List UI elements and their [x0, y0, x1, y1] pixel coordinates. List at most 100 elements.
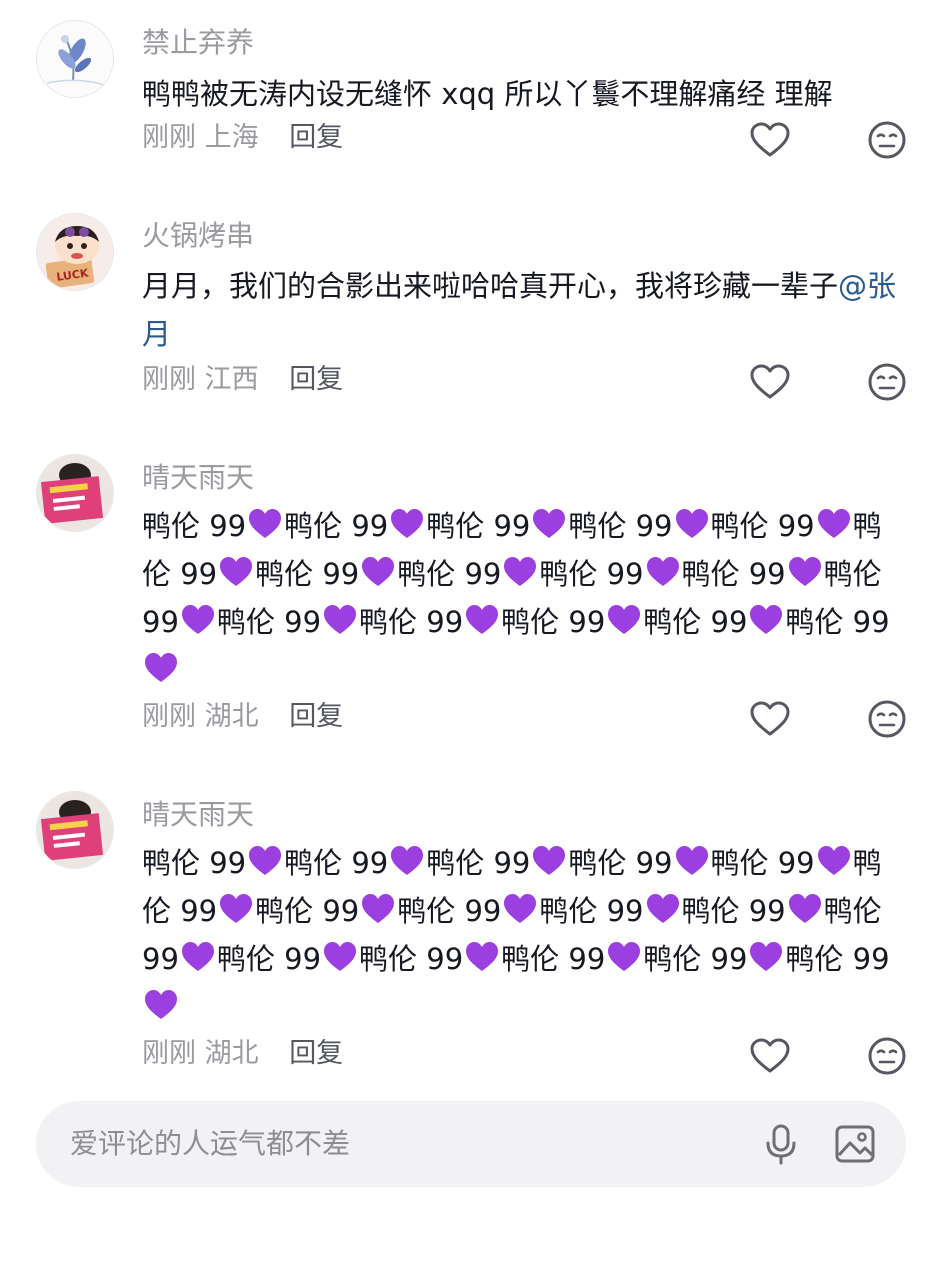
purple-heart-icon [391, 509, 424, 538]
comment-text-segment: 鸭伦 99 [539, 557, 644, 591]
purple-heart-icon [249, 846, 282, 875]
reply-button[interactable]: 回复 [289, 1038, 343, 1069]
username[interactable]: 火锅烤串 [142, 216, 254, 256]
purple-heart-icon [533, 509, 566, 538]
avatar[interactable] [36, 791, 114, 869]
purple-heart-icon [504, 557, 537, 586]
comment-text-segment: 鸭伦 99 [643, 605, 748, 639]
comment-text-segment: 鸭伦 99 [216, 942, 322, 976]
comment-text-segment: 鸭伦 99 [397, 557, 502, 591]
dislike-button[interactable] [865, 118, 909, 162]
reading-book-avatar-icon [37, 455, 113, 531]
comment-time: 刚刚 [142, 1038, 196, 1069]
microphone-button[interactable] [758, 1121, 804, 1167]
comment-text: 月月，我们的合影出来啦哈哈真开心，我将珍藏一辈子@张月 [142, 262, 912, 358]
username[interactable]: 晴天雨天 [142, 795, 254, 835]
comment-location: 上海 [204, 122, 259, 153]
comment-text-segment: 鸭伦 99 [710, 509, 815, 543]
purple-heart-icon [466, 942, 499, 971]
comment-meta: 刚刚 上海 回复 [142, 118, 343, 158]
comment-text-segment: 鸭伦 99 [501, 605, 606, 639]
purple-heart-icon [646, 894, 679, 923]
heart-icon [750, 122, 790, 157]
purple-heart-icon [646, 557, 679, 586]
comment-text-segment: 鸭伦 99 [142, 846, 247, 880]
neutral-face-icon [868, 1037, 906, 1075]
comment-text-segment: 鸭伦 99 [284, 846, 389, 880]
purple-heart-icon [788, 894, 821, 923]
comment-meta: 刚刚 湖北 回复 [142, 1034, 343, 1074]
neutral-face-icon [868, 700, 906, 738]
like-button[interactable] [748, 1034, 792, 1078]
comment-text: 鸭伦 99 鸭伦 99 鸭伦 99 鸭伦 99 鸭伦 99 鸭伦 99 鸭伦 99 鸭伦 99… [142, 839, 907, 1031]
avatar[interactable]: LUCK [36, 213, 114, 291]
purple-heart-icon [220, 557, 253, 586]
comment-time: 刚刚 [142, 122, 196, 153]
reading-book-avatar-icon [37, 792, 113, 868]
comment-location: 江西 [204, 364, 259, 395]
comment-text: 鸭伦 99 鸭伦 99 鸭伦 99 鸭伦 99 鸭伦 99 鸭伦 99 鸭伦 99 鸭伦 99… [142, 502, 907, 694]
dislike-button[interactable] [865, 360, 909, 404]
neutral-face-icon [868, 121, 906, 159]
heart-icon [750, 1038, 790, 1073]
comment-time: 刚刚 [142, 364, 196, 395]
comment-text-segment: 鸭伦 99 [681, 557, 786, 591]
username[interactable]: 禁止弃养 [142, 23, 254, 63]
comment-text-segment: 鸭伦 99 [426, 846, 531, 880]
purple-heart-icon [788, 557, 821, 586]
purple-heart-icon [362, 557, 395, 586]
comment-text-segment: 鸭伦 99 [255, 557, 360, 591]
avatar[interactable] [36, 454, 114, 532]
purple-heart-icon [324, 605, 357, 634]
purple-heart-icon [608, 942, 641, 971]
like-button[interactable] [748, 697, 792, 741]
purple-heart-icon [145, 653, 177, 682]
comment-text-segment: 鸭伦 99 [568, 509, 673, 543]
avatar[interactable] [36, 20, 114, 98]
reply-button[interactable]: 回复 [289, 122, 343, 153]
purple-heart-icon [391, 846, 424, 875]
comment-meta: 刚刚 江西 回复 [142, 360, 343, 400]
comment-text-segment: 鸭伦 99 [643, 942, 748, 976]
purple-heart-icon [466, 605, 499, 634]
heart-icon [750, 701, 790, 736]
comment-text-segment: 鸭伦 99 [681, 894, 786, 928]
purple-heart-icon [324, 942, 357, 971]
purple-heart-icon [817, 509, 850, 538]
flower-avatar-icon [37, 21, 113, 97]
reply-button[interactable]: 回复 [289, 701, 343, 732]
comment-text-segment: 鸭伦 99 [142, 509, 247, 543]
comment-text-segment: 鸭伦 99 [785, 605, 890, 639]
purple-heart-icon [533, 846, 566, 875]
like-button[interactable] [748, 118, 792, 162]
dislike-button[interactable] [865, 1034, 909, 1078]
comment-input-bar[interactable]: 爱评论的人运气都不差 [36, 1101, 906, 1187]
purple-heart-icon [145, 990, 177, 1019]
comment-time: 刚刚 [142, 701, 196, 732]
purple-heart-icon [750, 605, 783, 634]
heart-icon [750, 364, 790, 399]
dislike-button[interactable] [865, 697, 909, 741]
purple-heart-icon [675, 509, 708, 538]
comment-text-body: 月月，我们的合影出来啦哈哈真开心，我将珍藏一辈子 [142, 269, 839, 303]
like-button[interactable] [748, 360, 792, 404]
image-button[interactable] [832, 1121, 878, 1167]
purple-heart-icon [504, 894, 537, 923]
reply-button[interactable]: 回复 [289, 364, 343, 395]
comment-text-segment: 鸭伦 99 [216, 605, 322, 639]
purple-heart-icon [220, 894, 253, 923]
username[interactable]: 晴天雨天 [142, 458, 254, 498]
purple-heart-icon [181, 942, 214, 971]
comment-text-body: 鸭鸭被无涛内设无缝怀 xqq 所以丫鬟不理解痛经 理解 [142, 77, 833, 111]
comment-text-segment: 鸭伦 99 [539, 894, 644, 928]
purple-heart-icon [181, 605, 214, 634]
comment-text-segment: 鸭伦 99 [359, 942, 464, 976]
comment-text-segment: 鸭伦 99 [426, 509, 531, 543]
comment-location: 湖北 [204, 1038, 259, 1069]
microphone-icon [766, 1124, 796, 1165]
purple-heart-icon [817, 846, 850, 875]
comment-text-segment: 鸭伦 99 [501, 942, 606, 976]
comment-text-segment: 鸭伦 99 [359, 605, 464, 639]
comment-input-placeholder[interactable]: 爱评论的人运气都不差 [70, 1123, 350, 1165]
comment-text-segment: 鸭伦 99 [710, 846, 815, 880]
